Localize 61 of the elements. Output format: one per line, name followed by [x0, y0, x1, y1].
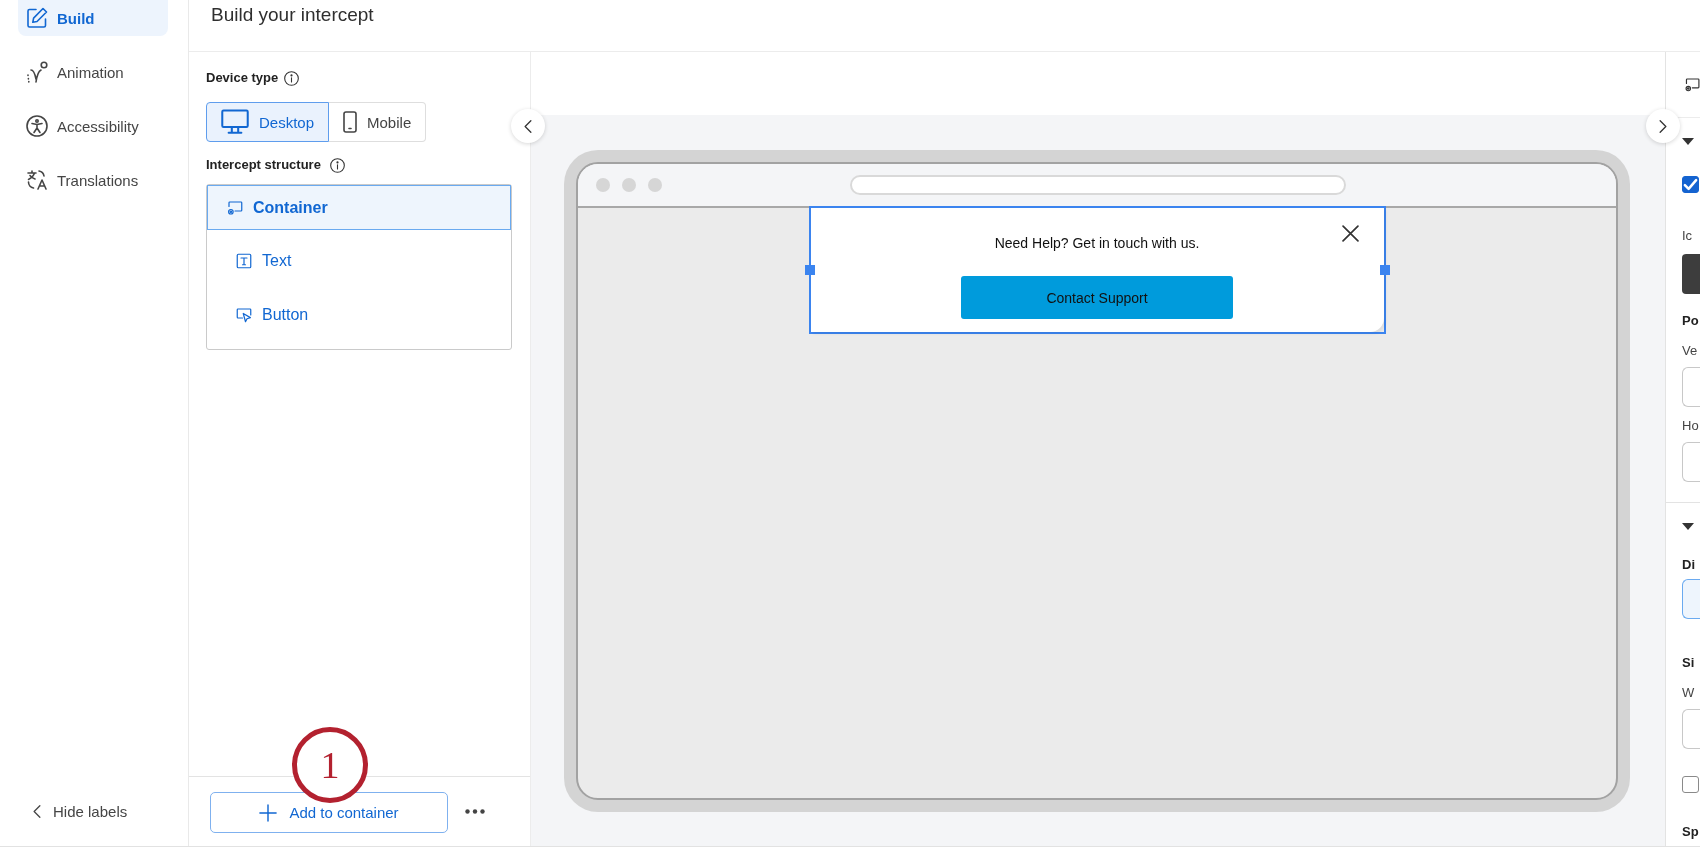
popup-message: Need Help? Get in touch with us. [994, 234, 1200, 252]
window-dot-icon [648, 178, 662, 192]
contact-support-button[interactable]: Contact Support [961, 276, 1233, 319]
section-heading: Sp [1682, 824, 1699, 840]
checkbox[interactable] [1682, 176, 1699, 193]
field-label: Ve [1682, 342, 1698, 359]
screen-gear-icon[interactable] [1685, 77, 1700, 92]
nav-item[interactable]: Animation [18, 54, 168, 90]
section-label: Device type [206, 70, 279, 86]
plus-icon [259, 803, 278, 822]
check-icon [1683, 177, 1698, 192]
translate-icon [25, 168, 49, 192]
page-title: Build your intercept [211, 3, 375, 27]
chevron-left-icon [33, 804, 41, 818]
screen-gear-icon [226, 198, 244, 217]
section-heading: Si [1682, 655, 1695, 671]
close-icon [1341, 225, 1359, 242]
window-dot-icon [622, 178, 636, 192]
monitor-icon [221, 109, 249, 135]
input-field[interactable] [1682, 367, 1700, 407]
device-option[interactable]: Desktop [206, 102, 330, 142]
field-label: Ic [1682, 227, 1693, 244]
chevron-right-icon [1659, 119, 1667, 133]
input-field[interactable] [1682, 709, 1700, 749]
nav-item[interactable]: Build [18, 0, 168, 36]
structure-item[interactable]: Container [207, 185, 511, 230]
phone-icon [343, 110, 358, 134]
more-options-button[interactable] [465, 809, 485, 814]
cursor-click-icon [235, 306, 253, 324]
window-dot-icon [596, 178, 610, 192]
nav-item[interactable]: Accessibility [18, 108, 168, 144]
checkbox[interactable] [1682, 776, 1699, 793]
more-icon [465, 809, 485, 814]
device-option[interactable]: Mobile [329, 102, 427, 142]
section-heading: Di [1682, 557, 1695, 573]
close-button[interactable] [1341, 225, 1359, 242]
info-icon[interactable] [329, 157, 345, 173]
color-swatch-icon[interactable] [1682, 254, 1700, 294]
accessibility-icon [25, 114, 49, 138]
hide-labels-button[interactable]: Hide labels [18, 800, 128, 822]
caret-down-icon[interactable] [1682, 523, 1694, 530]
section-label: Intercept structure [206, 157, 321, 173]
field-label: W [1682, 684, 1695, 701]
input-field[interactable] [1682, 442, 1700, 482]
nav-item[interactable]: Translations [18, 162, 168, 198]
structure-item[interactable]: Button [207, 288, 511, 342]
resize-handle[interactable] [804, 265, 815, 275]
resize-handle[interactable] [1379, 265, 1390, 275]
motion-path-icon [25, 60, 49, 84]
text-box-icon [235, 252, 253, 270]
panel-toggle-button[interactable] [511, 109, 545, 143]
chevron-left-icon [524, 119, 532, 133]
structure-item[interactable]: Text [207, 234, 511, 288]
section-heading: Po [1682, 313, 1699, 329]
field-label: Ho [1682, 417, 1699, 434]
add-to-container-button[interactable]: Add to container [210, 792, 448, 833]
caret-down-icon[interactable] [1682, 138, 1694, 145]
input-field[interactable] [1682, 579, 1700, 619]
step-marker: 1 [292, 727, 368, 803]
info-icon[interactable] [284, 70, 300, 86]
edit-icon [25, 6, 49, 30]
